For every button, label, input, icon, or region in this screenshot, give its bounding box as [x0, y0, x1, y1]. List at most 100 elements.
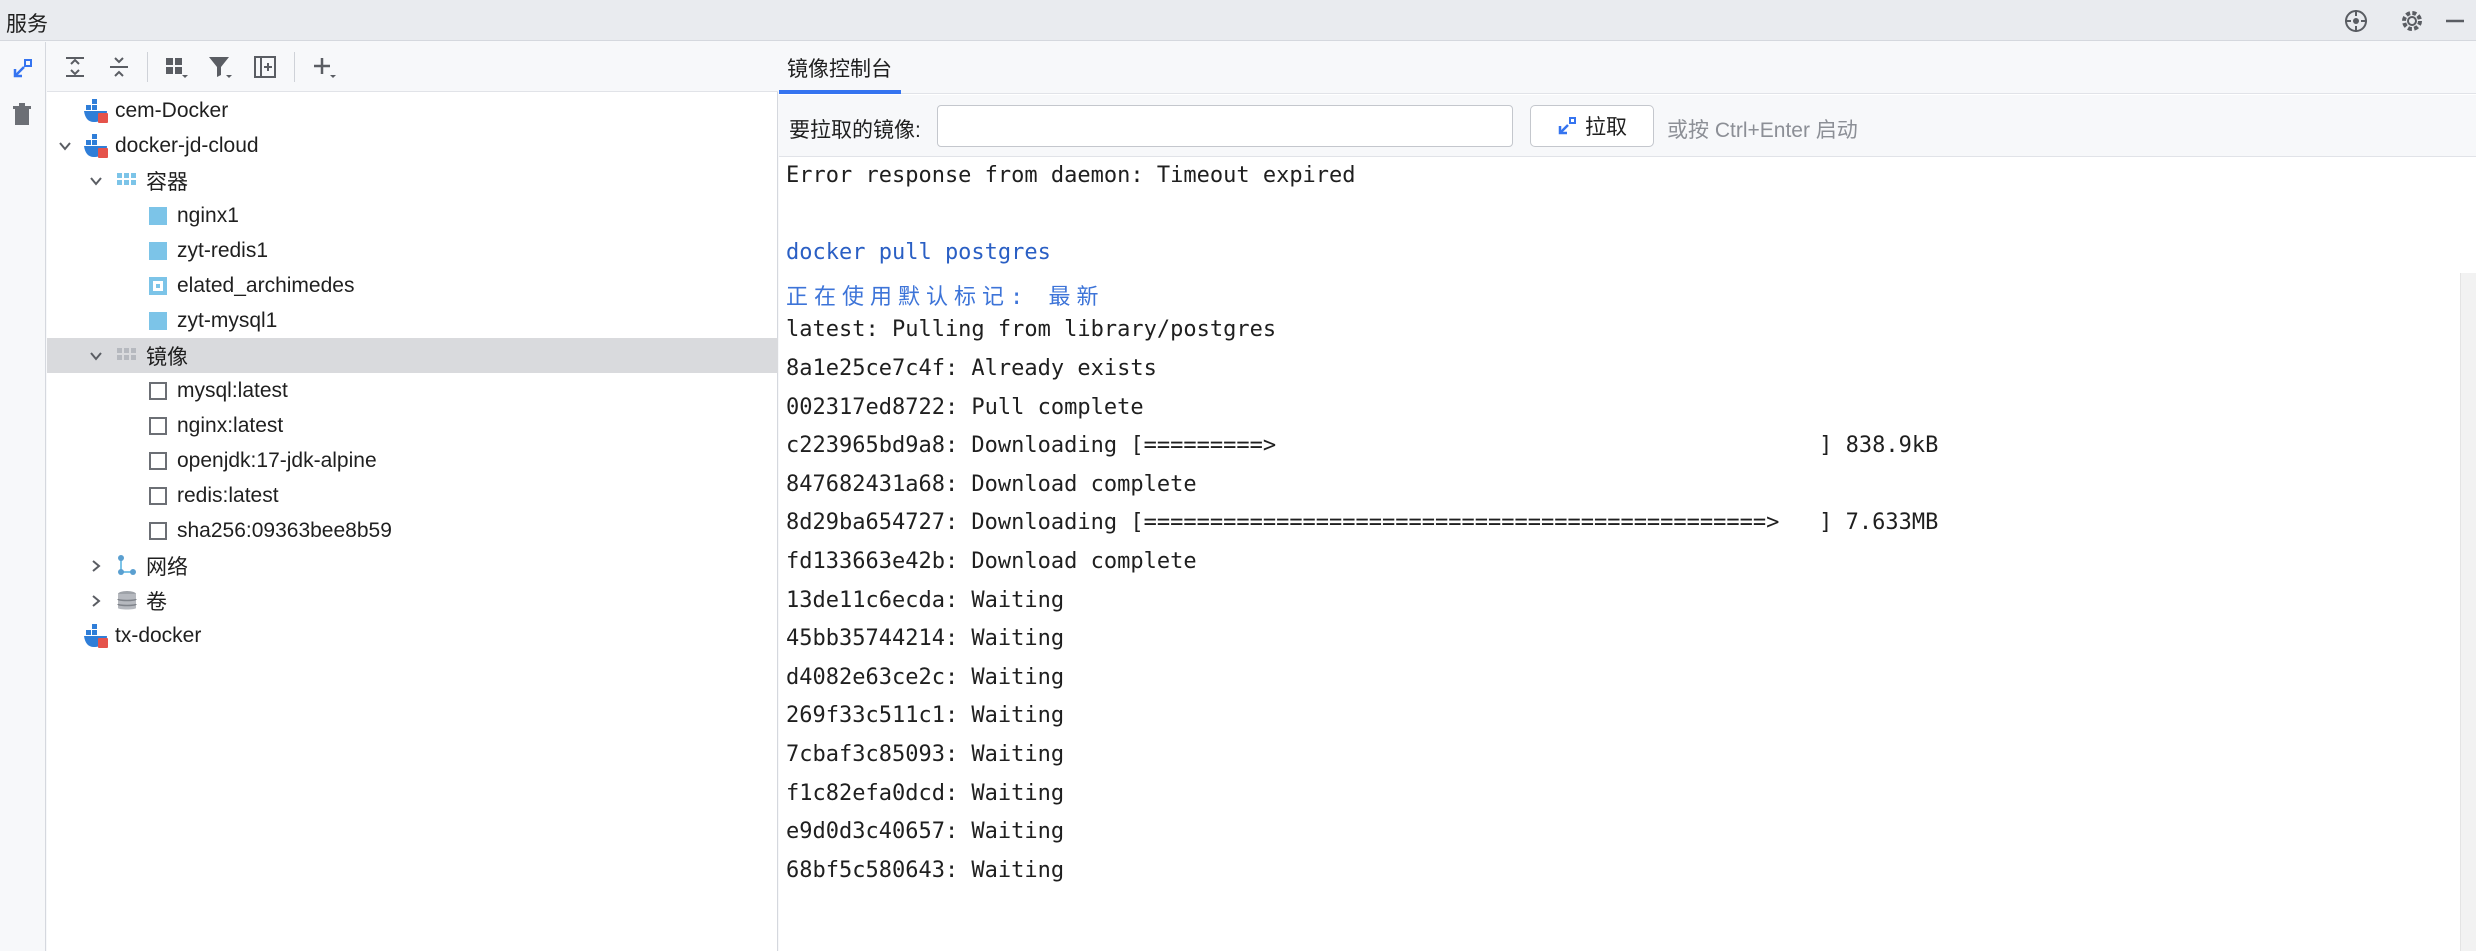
- console-tab-bar: 镜像控制台: [779, 42, 2476, 94]
- pull-image-bar: 要拉取的镜像: 拉取 或按 Ctrl+Enter 启动: [779, 95, 2476, 157]
- services-tree-panel: cem-Docker docker-jd-cloud 容器 nginx1 zyt-red…: [47, 42, 778, 951]
- image-icon: [145, 448, 171, 474]
- docker-icon: [83, 623, 109, 649]
- expand-all-icon[interactable]: [57, 50, 93, 84]
- left-action-strip: [0, 42, 46, 951]
- tree-item-label: cem-Docker: [115, 98, 229, 122]
- tree-item-label: zyt-redis1: [177, 238, 269, 262]
- toolbar-separator: [294, 52, 295, 82]
- console-line: d4082e63ce2c: Waiting: [786, 664, 1065, 690]
- minimize-icon[interactable]: [2438, 4, 2472, 38]
- pull-image-label: 要拉取的镜像:: [789, 119, 921, 142]
- tree-item-label: 网络: [146, 555, 188, 579]
- tree-item[interactable]: mysql:latest: [47, 373, 778, 408]
- console-line: fd133663e42b: Download complete: [786, 549, 1197, 574]
- tree-item[interactable]: openjdk:17-jdk-alpine: [47, 443, 778, 478]
- chevron-right-icon[interactable]: [86, 591, 106, 611]
- tree-item[interactable]: 卷: [47, 583, 778, 618]
- tree-item-label: 卷: [146, 590, 167, 614]
- image-icon: [145, 518, 171, 544]
- console-line: latest: Pulling from library/postgres: [786, 317, 1277, 343]
- tree-item[interactable]: zyt-redis1: [47, 233, 778, 268]
- console-line: 002317ed8722: Pull complete: [786, 394, 1144, 420]
- tree-item[interactable]: 镜像: [47, 338, 778, 373]
- tree-item-label: 容器: [146, 170, 188, 194]
- console-line: 8a1e25ce7c4f: Already exists: [786, 356, 1157, 381]
- window-title: 服务: [6, 13, 48, 36]
- console-line: docker pull postgres: [786, 240, 1051, 266]
- tree-item-label: zyt-mysql1: [177, 308, 278, 332]
- services-window: 服务 cem-Docker docker-jd-cloud 容器 nginx1 …: [0, 0, 2476, 951]
- tree-item[interactable]: cem-Docker: [47, 93, 778, 128]
- tree-item[interactable]: redis:latest: [47, 478, 778, 513]
- active-tab-indicator: [779, 90, 901, 94]
- pull-button[interactable]: 拉取: [1530, 105, 1654, 147]
- network-icon: [114, 553, 140, 579]
- tree-item-label: openjdk:17-jdk-alpine: [177, 448, 377, 472]
- image-icon: [145, 483, 171, 509]
- collapse-all-icon[interactable]: [101, 50, 137, 84]
- images-icon: [114, 343, 140, 369]
- console-line: 正在使用默认标记: 最新: [786, 284, 1105, 310]
- tree-item-label: mysql:latest: [177, 378, 288, 402]
- tree-item[interactable]: nginx1: [47, 198, 778, 233]
- chevron-down-icon[interactable]: [55, 136, 75, 156]
- console-scrollbar[interactable]: [2460, 273, 2476, 951]
- pull-shortcut-hint: 或按 Ctrl+Enter 启动: [1667, 119, 1858, 142]
- pull-button-label: 拉取: [1585, 116, 1627, 139]
- group-icon[interactable]: [158, 50, 194, 84]
- tab-image-console[interactable]: 镜像控制台: [779, 42, 900, 94]
- tree-item-label: elated_archimedes: [177, 273, 355, 297]
- tree-item[interactable]: zyt-mysql1: [47, 303, 778, 338]
- tree-item-label: sha256:09363bee8b59: [177, 518, 392, 542]
- console-line: 45bb35744214: Waiting: [786, 626, 1065, 652]
- tree-item[interactable]: elated_archimedes: [47, 268, 778, 303]
- add-icon[interactable]: [306, 50, 342, 84]
- container-running-icon: [145, 238, 171, 264]
- tree-item-label: nginx:latest: [177, 413, 284, 437]
- console-line: Error response from daemon: Timeout expi…: [786, 163, 1356, 188]
- chevron-right-icon[interactable]: [86, 556, 106, 576]
- pull-image-input[interactable]: [937, 105, 1513, 147]
- tree-item[interactable]: 网络: [47, 548, 778, 583]
- docker-icon: [83, 133, 109, 159]
- tree-item[interactable]: sha256:09363bee8b59: [47, 513, 778, 548]
- console-line: f1c82efa0dcd: Waiting: [786, 780, 1065, 806]
- image-icon: [145, 413, 171, 439]
- container-running-icon: [145, 308, 171, 334]
- tree-item[interactable]: tx-docker: [47, 618, 778, 653]
- console-output[interactable]: Error response from daemon: Timeout expi…: [779, 158, 2476, 951]
- console-line: 13de11c6ecda: Waiting: [786, 587, 1065, 613]
- new-service-icon[interactable]: [247, 50, 283, 84]
- container-stopped-icon: [145, 273, 171, 299]
- tree-item-label: nginx1: [177, 203, 239, 227]
- chevron-down-icon[interactable]: [86, 346, 106, 366]
- chevron-down-icon[interactable]: [86, 171, 106, 191]
- tree-item-label: docker-jd-cloud: [115, 133, 259, 157]
- gear-icon[interactable]: [2395, 4, 2429, 38]
- trash-icon[interactable]: [4, 98, 40, 132]
- expand-icon[interactable]: [4, 52, 40, 86]
- filter-icon[interactable]: [202, 50, 238, 84]
- tree-item[interactable]: nginx:latest: [47, 408, 778, 443]
- tree-item[interactable]: 容器: [47, 163, 778, 198]
- console-line: 7cbaf3c85093: Waiting: [786, 742, 1065, 767]
- tree-item-label: redis:latest: [177, 483, 279, 507]
- console-line: 847682431a68: Download complete: [786, 471, 1197, 497]
- tree-item-label: 镜像: [146, 345, 188, 369]
- crosshair-icon[interactable]: [2339, 4, 2373, 38]
- volume-icon: [114, 588, 140, 614]
- console-line: 8d29ba654727: Downloading [=============…: [786, 510, 1939, 536]
- image-console-panel: 镜像控制台 要拉取的镜像: 拉取 或按 Ctrl+Enter 启动 Error …: [779, 42, 2476, 951]
- console-line: 269f33c511c1: Waiting: [786, 703, 1065, 729]
- tree-item[interactable]: docker-jd-cloud: [47, 128, 778, 163]
- docker-icon: [83, 98, 109, 124]
- console-line: c223965bd9a8: Downloading [=========> ] …: [786, 433, 1939, 459]
- tree-item-label: tx-docker: [115, 623, 202, 647]
- tab-label: 镜像控制台: [787, 58, 892, 81]
- container-running-icon: [145, 203, 171, 229]
- containers-icon: [114, 168, 140, 194]
- tool-window-header: 服务: [0, 0, 2476, 41]
- tree-toolbar: [47, 42, 778, 92]
- image-icon: [145, 378, 171, 404]
